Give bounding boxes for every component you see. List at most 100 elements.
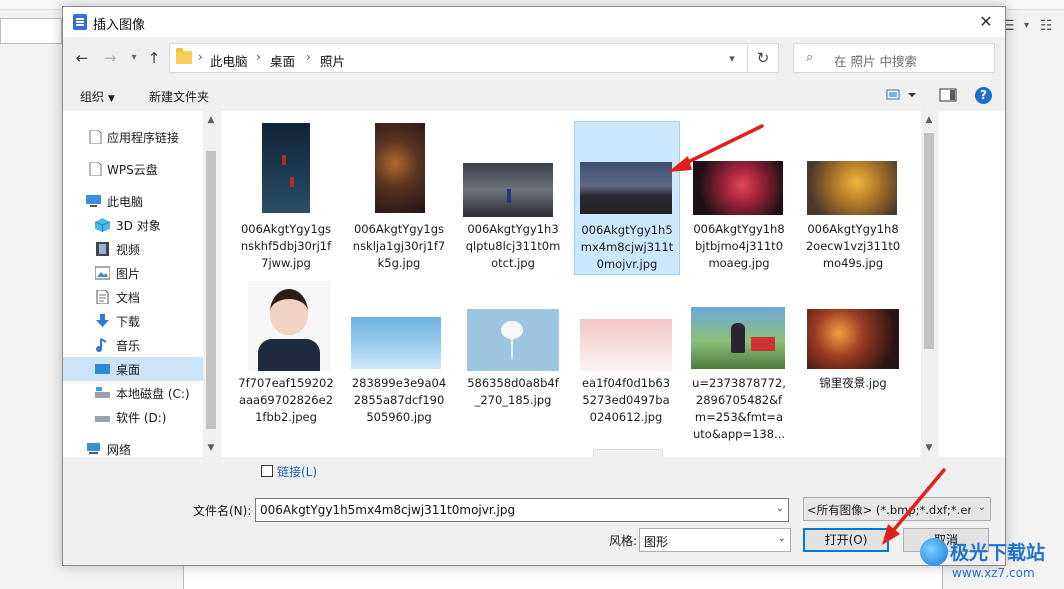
sidebar-item-local-disk-c[interactable]: 本地磁盘 (C:) [63,381,203,405]
filename-input[interactable]: 006AkgtYgy1h5mx4m8cjwj311t0mojvr.jpg ⌄ [255,498,789,522]
file-name: 006AkgtYgy1h8 bjtbjmo4j311t0 moaeg.jpg [693,222,785,270]
dialog-title: 插入图像 [93,18,146,33]
file-thumbnail [574,275,678,375]
thumbnail-image [580,319,672,371]
breadcrumb-photos[interactable]: 照片 [320,51,345,70]
sidebar-item-desktop[interactable]: 桌面 [63,357,203,381]
file-name: 283899e3e9a04 2855a87dcf190 505960.jpg [351,376,447,424]
close-button[interactable]: ✕ [973,9,999,35]
recent-locations-dropdown[interactable]: ▾ [123,47,145,69]
computer-icon [86,195,101,207]
sidebar-item-label: 文档 [116,291,141,305]
file-item[interactable]: 006AkgtYgy1gs nsklja1gj30rj1f7 k5g.jpg [347,121,451,271]
sidebar-scrollbar[interactable]: ▲ ▼ [203,111,219,457]
chevron-right-icon[interactable]: › [198,50,203,64]
file-item[interactable]: u=2373878772, 2896705482&f m=253&fmt=a uto&… [687,275,791,445]
wps-document-icon [73,14,87,30]
sidebar-item-software-d[interactable]: 软件 (D:) [63,405,203,429]
scrollbar-thumb[interactable] [206,151,216,429]
back-button[interactable]: ← [71,47,93,69]
link-label[interactable]: 链接(L) [277,463,317,480]
file-item[interactable]: 7f707eaf159202 aaa69702826e2 1fbb2.jpeg [234,275,338,425]
file-item[interactable]: 006AkgtYgy1h8 2oecw1vzj311t0 mo49s.jpg [801,121,905,271]
sidebar-item-pictures[interactable]: 图片 [63,261,203,285]
picture-icon [95,266,110,280]
sidebar-item-label: 本地磁盘 (C:) [116,387,190,401]
sidebar-item-videos[interactable]: 视频 [63,237,203,261]
style-value: 图形 [644,535,669,549]
chevron-right-icon[interactable]: › [256,50,261,64]
breadcrumb-desktop[interactable]: 桌面 [270,51,295,70]
scroll-down-arrow[interactable]: ▼ [921,441,937,455]
file-item[interactable]: 锦里夜景.jpg [801,275,905,425]
breadcrumb-this-pc[interactable]: 此电脑 [210,51,248,70]
sidebar-item-wps-cloud[interactable]: WPS云盘 [63,157,203,181]
file-name: 006AkgtYgy1gs nskhf5dbj30rj1f 7jww.jpg [240,222,332,270]
sidebar-item-app-links[interactable]: 应用程序链接 [63,125,203,149]
style-select[interactable]: 图形 ⌄ [639,528,791,552]
chevron-right-icon[interactable]: › [306,50,311,64]
desktop-icon [95,364,110,374]
file-type-select[interactable]: <所有图像> (*.bmp;*.dxf;*.em ⌄ [803,497,991,521]
address-dropdown[interactable]: ▾ [722,48,742,70]
filename-label: 文件名(N): [193,504,252,518]
file-name: 锦里夜景.jpg [819,376,887,390]
sidebar-item-downloads[interactable]: 下载 [63,309,203,333]
video-icon [96,242,109,256]
file-name: 006AkgtYgy1h3 qlptu8lcj311t0m otct.jpg [465,222,561,270]
chevron-down-icon: ▼ [108,94,115,104]
chevron-down-icon[interactable]: ⌄ [776,503,784,514]
background-toolbar-icons: ☰ ▾ ☷ [1000,14,1064,54]
thumbnail-image [807,161,897,215]
help-button[interactable]: ? [975,87,992,104]
command-bar: 组织 ▼ 新建文件夹 ? [63,83,1005,109]
search-box[interactable]: ⌕ 在 照片 中搜索 [793,43,995,73]
document-icon [96,290,109,304]
file-item[interactable]: ea1f04f0d1b63 5273ed0497ba 0240612.jpg [574,275,678,425]
preview-pane-button[interactable] [939,87,957,105]
download-icon [96,314,109,327]
file-item[interactable]: 586358d0a8b4f _270_185.jpg [461,275,565,425]
forward-button[interactable]: → [99,47,121,69]
file-thumbnail [801,275,905,375]
sidebar-item-this-pc[interactable]: 此电脑 [63,189,203,213]
file-item[interactable]: 283899e3e9a04 2855a87dcf190 505960.jpg [347,275,451,425]
filename-value: 006AkgtYgy1h5mx4m8cjwj311t0mojvr.jpg [260,503,516,517]
organize-menu[interactable]: 组织 ▼ [80,88,115,105]
file-name: 586358d0a8b4f _270_185.jpg [467,376,559,407]
file-thumbnail [687,275,791,375]
organize-label: 组织 [80,90,105,104]
scroll-up-arrow[interactable]: ▲ [203,113,219,127]
file-name: u=2373878772, 2896705482&f m=253&fmt=a uto&… [692,376,786,441]
open-button[interactable]: 打开(O) [803,528,889,552]
style-label: 风格: [609,534,638,548]
sidebar-item-label: 图片 [116,267,141,281]
thumbnail-image [262,123,310,213]
document-icon [89,162,102,176]
file-list-scrollbar[interactable]: ▲ ▼ [921,111,937,457]
view-options-button[interactable] [885,87,917,105]
sidebar-item-music[interactable]: 音乐 [63,333,203,357]
sidebar-item-documents[interactable]: 文档 [63,285,203,309]
scrollbar-thumb[interactable] [924,133,934,349]
address-bar[interactable]: › 此电脑 › 桌面 › 照片 ▾ [169,43,779,73]
scroll-down-arrow[interactable]: ▼ [203,441,219,455]
file-item[interactable]: 006AkgtYgy1h3 qlptu8lcj311t0m otct.jpg [461,121,565,271]
file-item-selected[interactable]: 006AkgtYgy1h5 mx4m8cjwj311t 0mojvr.jpg [574,121,680,275]
refresh-button[interactable]: ↻ [747,43,779,73]
insert-image-dialog: 插入图像 ✕ ← → ▾ ↑ › 此电脑 › 桌面 › 照片 ▾ ↻ ⌕ 在 照… [62,6,1006,566]
scroll-up-arrow[interactable]: ▲ [921,113,937,127]
file-item[interactable]: 006AkgtYgy1gs nskhf5dbj30rj1f 7jww.jpg [234,121,338,271]
sidebar-item-3d-objects[interactable]: 3D 对象 [63,213,203,237]
up-button[interactable]: ↑ [143,47,165,69]
file-item[interactable]: 006AkgtYgy1h8 bjtbjmo4j311t0 moaeg.jpg [687,121,791,271]
watermark-logo-icon [920,538,948,566]
new-folder-button[interactable]: 新建文件夹 [149,88,209,105]
address-row: ← → ▾ ↑ › 此电脑 › 桌面 › 照片 ▾ ↻ ⌕ 在 照片 中搜索 [63,39,1005,79]
drive-icon [95,387,110,398]
link-checkbox[interactable] [261,465,273,477]
sidebar-item-network[interactable]: 网络 [63,437,203,461]
cube-icon [95,218,110,232]
thumbnail-image [693,161,783,215]
preview-pane-icon [939,88,957,102]
